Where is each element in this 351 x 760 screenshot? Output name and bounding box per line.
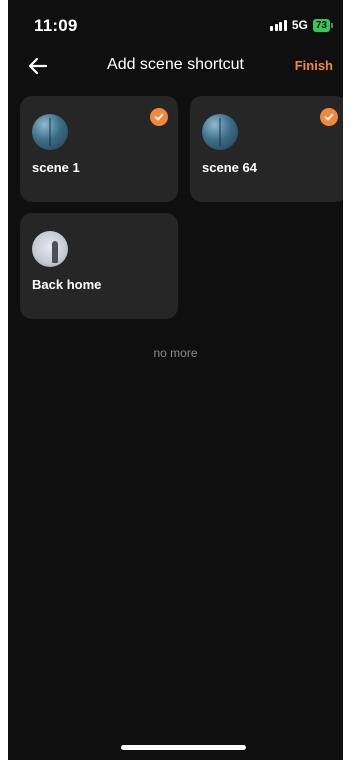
- list-end-text: no more: [153, 346, 198, 360]
- battery-level: 73: [312, 18, 330, 32]
- scene-label: Back home: [32, 277, 102, 292]
- home-indicator[interactable]: [121, 745, 246, 750]
- selected-check-icon[interactable]: [150, 108, 168, 126]
- status-bar: 11:09 5G 73: [8, 0, 343, 52]
- scene-label: scene 64: [202, 160, 257, 175]
- scene-thumbnail-icon: [202, 114, 238, 150]
- status-indicators: 5G 73: [270, 18, 333, 32]
- scene-card[interactable]: Back home: [20, 213, 178, 319]
- nav-bar: Add scene shortcut Finish: [8, 50, 343, 84]
- scene-label: scene 1: [32, 160, 80, 175]
- status-time: 11:09: [34, 16, 78, 35]
- home-thumbnail-icon: [32, 231, 68, 267]
- app-screen: 11:09 5G 73 Add scene shortcut Finish sc…: [8, 0, 343, 760]
- selected-check-icon[interactable]: [320, 108, 338, 126]
- finish-button[interactable]: Finish: [295, 58, 333, 73]
- page-title: Add scene shortcut: [107, 56, 244, 73]
- signal-icon: [270, 19, 287, 31]
- battery-icon: 73: [312, 18, 333, 32]
- scene-card[interactable]: scene 1: [20, 96, 178, 202]
- scene-thumbnail-icon: [32, 114, 68, 150]
- network-label: 5G: [291, 18, 308, 32]
- scene-card[interactable]: scene 64: [190, 96, 343, 202]
